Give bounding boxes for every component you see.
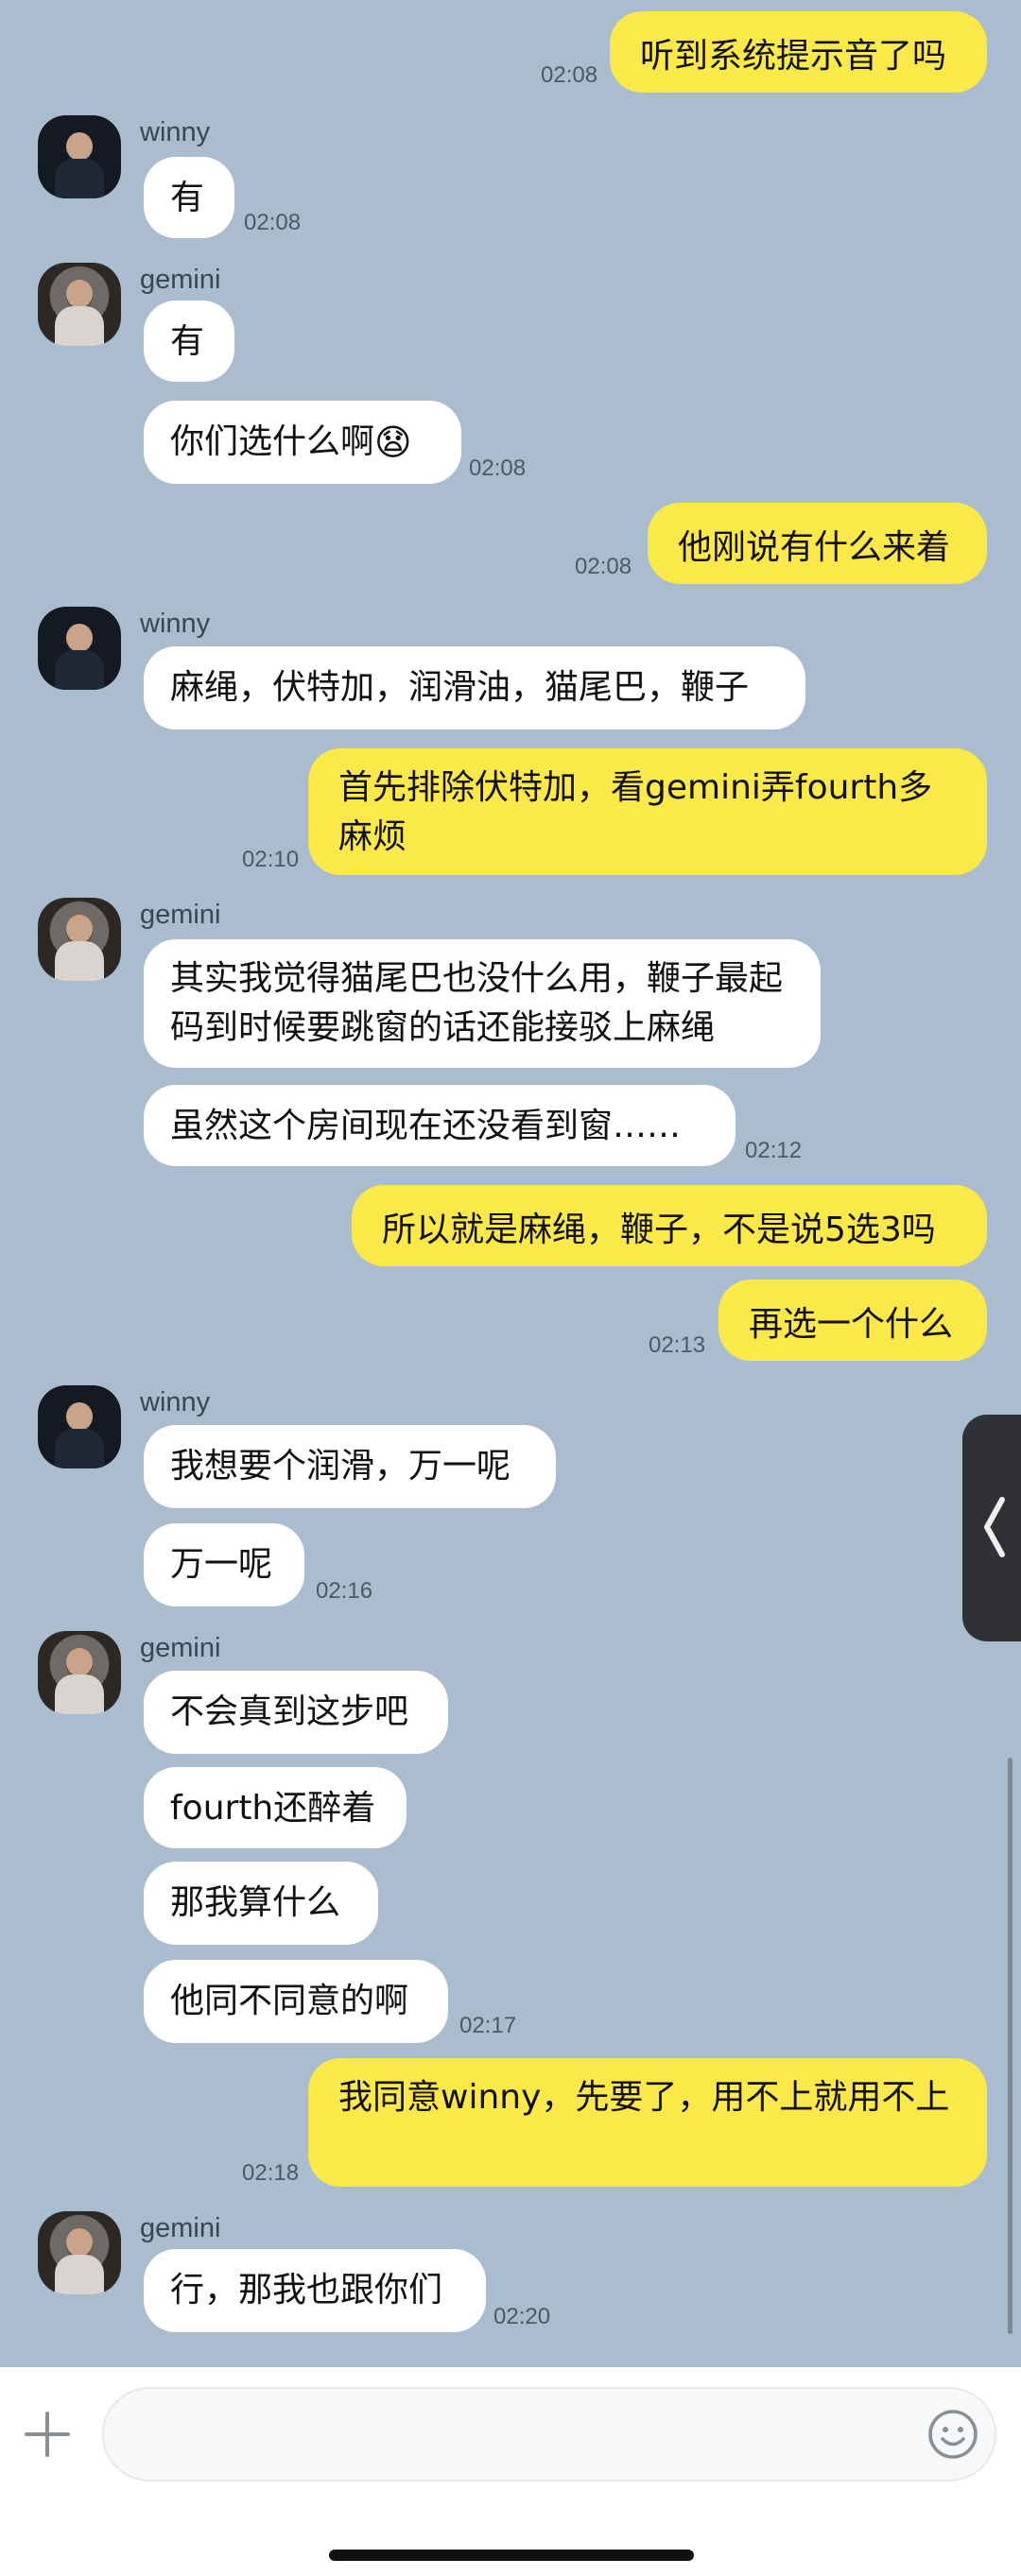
message-bubble: fourth还醉着 [144,1767,407,1848]
avatar-gemini[interactable] [38,898,121,981]
avatar-gemini[interactable] [38,263,121,346]
message-bubble: 不会真到这步吧 [144,1671,448,1754]
message-bubble: 你们选什么啊 😧 [144,401,461,484]
message-incoming[interactable]: 你们选什么啊 😧 [144,401,461,484]
message-incoming[interactable]: 其实我觉得猫尾巴也没什么用，鞭子最起码到时候要跳窗的话还能接驳上麻绳 [144,939,821,1068]
message-incoming[interactable]: fourth还醉着 [144,1767,407,1848]
sender-name: gemini [140,2213,221,2243]
message-bubble: 有 [144,157,234,238]
message-bubble: 有 [144,301,234,382]
message-outgoing[interactable]: 听到系统提示音了吗 [610,11,987,93]
message-outgoing[interactable]: 他刚说有什么来着 [648,503,987,584]
message-time: 02:17 [459,2013,517,2038]
message-time: 02:20 [493,2304,551,2329]
message-bubble: 所以就是麻绳，鞭子，不是说5选3吗 [352,1185,987,1266]
message-time: 02:18 [242,2160,300,2186]
avatar-winny[interactable] [38,1385,121,1468]
message-bubble: 其实我觉得猫尾巴也没什么用，鞭子最起码到时候要跳窗的话还能接驳上麻绳 [144,939,821,1068]
home-indicator [329,2550,694,2561]
message-time: 02:12 [745,1138,803,1163]
sender-name: gemini [140,900,221,930]
message-incoming[interactable]: 我想要个润滑，万一呢 [144,1425,556,1508]
sender-name: winny [140,1387,211,1417]
message-incoming[interactable]: 他同不同意的啊 [144,1960,448,2043]
message-bubble: 我想要个润滑，万一呢 [144,1425,556,1508]
message-bubble: 那我算什么 [144,1862,378,1945]
message-time: 02:13 [649,1332,706,1358]
message-incoming[interactable]: 万一呢 [144,1523,304,1606]
message-time: 02:08 [575,554,632,579]
message-incoming[interactable]: 有 [144,157,234,238]
message-bubble: 听到系统提示音了吗 [610,11,987,93]
message-bubble: 他刚说有什么来着 [648,503,987,584]
plus-icon[interactable] [21,2408,74,2461]
side-drawer-handle[interactable] [962,1415,1021,1641]
emoji-icon[interactable] [926,2408,979,2461]
chevron-left-icon [984,1497,1005,1557]
sender-name: winny [140,609,211,639]
message-time: 02:10 [242,847,300,872]
message-bubble: 他同不同意的啊 [144,1960,448,2043]
message-outgoing[interactable]: 所以就是麻绳，鞭子，不是说5选3吗 [352,1185,987,1266]
emoji-icon: 😧 [374,421,412,463]
message-incoming[interactable]: 不会真到这步吧 [144,1671,448,1754]
message-input[interactable] [102,2387,996,2482]
sender-name: gemini [140,1633,221,1663]
message-time: 02:08 [469,455,527,481]
message-outgoing[interactable]: 首先排除伏特加，看gemini弄fourth多麻烦 [308,748,987,875]
message-bubble: 行，那我也跟你们 [144,2249,486,2332]
message-outgoing[interactable]: 再选一个什么 [718,1279,987,1361]
message-incoming[interactable]: 那我算什么 [144,1862,378,1945]
avatar-gemini[interactable] [38,1631,121,1714]
message-time: 02:08 [244,210,302,235]
message-time: 02:16 [316,1578,373,1604]
message-bubble: 麻绳，伏特加，润滑油，猫尾巴，鞭子 [144,646,805,730]
message-bubble: 虽然这个房间现在还没看到窗…… [144,1085,735,1166]
chat-area: 听到系统提示音了吗 02:08 winny 有 02:08 gemini 有 你… [0,0,1021,2367]
message-incoming[interactable]: 行，那我也跟你们 [144,2249,486,2332]
message-text: 你们选什么啊 [170,422,375,461]
message-bubble: 万一呢 [144,1523,304,1606]
sender-name: winny [140,117,211,147]
message-bubble: 我同意winny，先要了，用不上就用不上 [308,2058,987,2187]
message-outgoing[interactable]: 我同意winny，先要了，用不上就用不上 [308,2058,987,2187]
message-bubble: 首先排除伏特加，看gemini弄fourth多麻烦 [308,748,987,875]
message-incoming[interactable]: 虽然这个房间现在还没看到窗…… [144,1085,735,1166]
message-incoming[interactable]: 麻绳，伏特加，润滑油，猫尾巴，鞭子 [144,646,805,730]
message-incoming[interactable]: 有 [144,301,234,382]
avatar-gemini[interactable] [38,2211,121,2294]
message-bubble: 再选一个什么 [718,1279,987,1361]
scrollbar[interactable] [1008,1758,1012,2334]
avatar-winny[interactable] [38,115,121,198]
message-time: 02:08 [541,62,598,88]
avatar-winny[interactable] [38,607,121,690]
sender-name: gemini [140,265,221,295]
